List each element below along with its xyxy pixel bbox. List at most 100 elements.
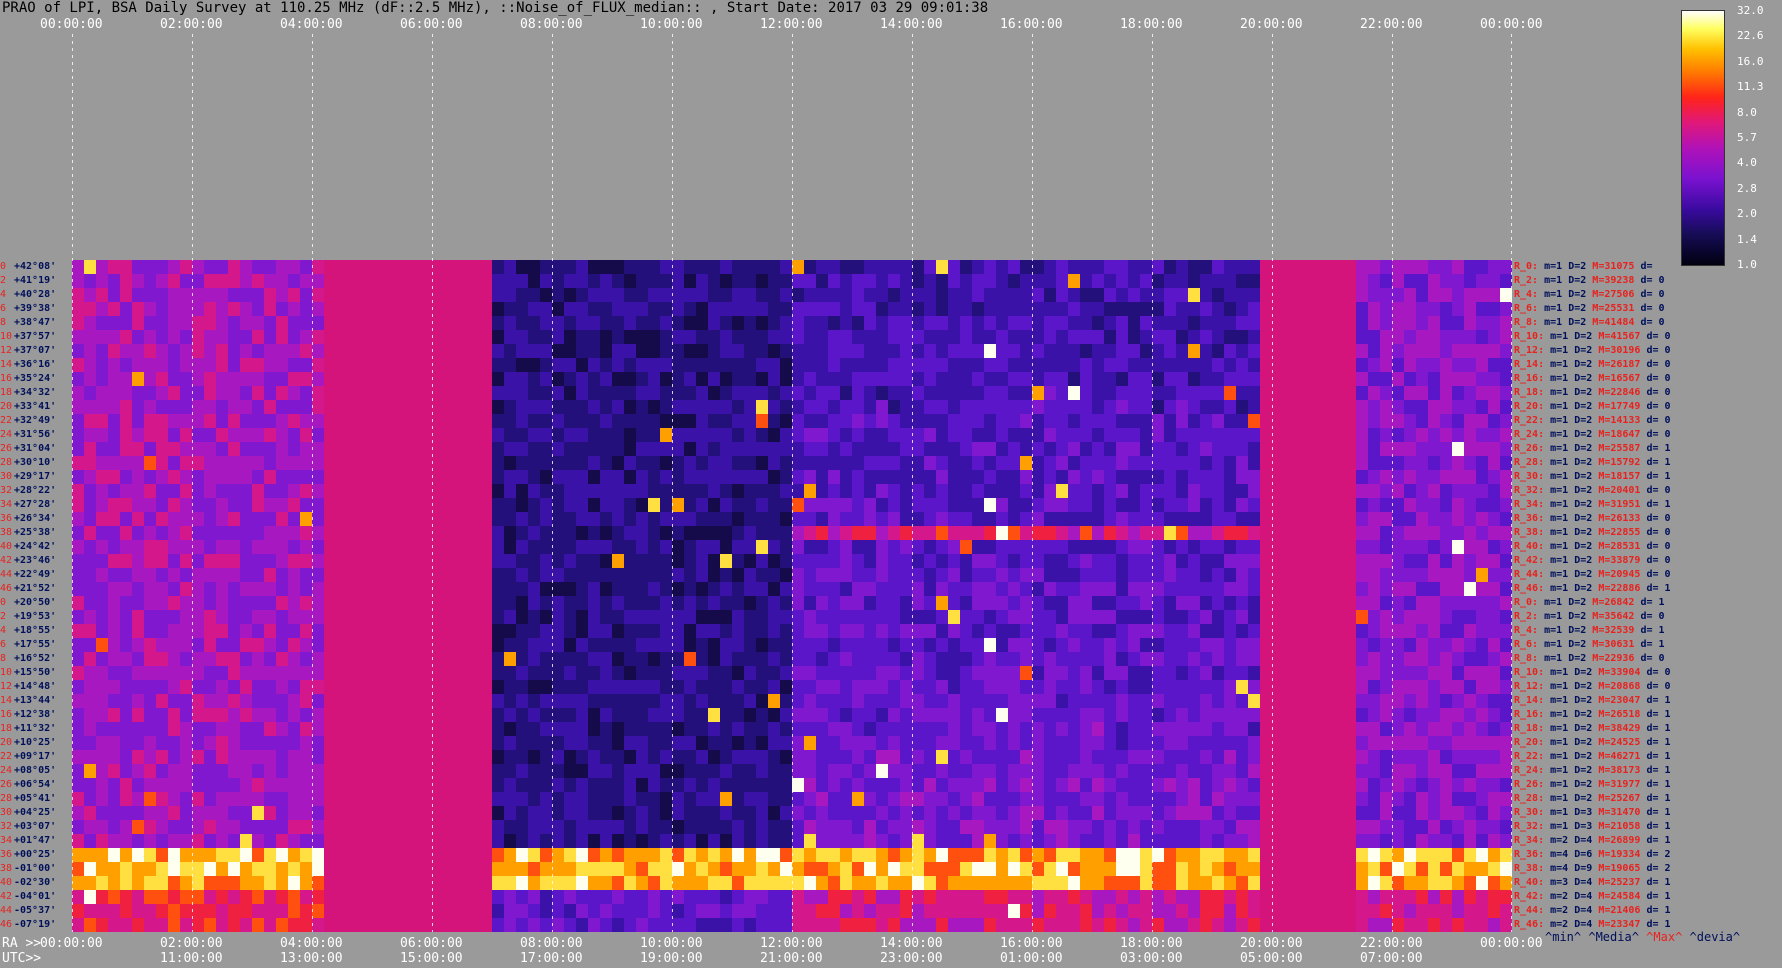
heatmap-cell xyxy=(780,498,793,513)
heatmap-cell xyxy=(660,596,673,611)
row-stat-field: d= 0 xyxy=(1646,400,1671,412)
heatmap-cell xyxy=(744,582,757,597)
heatmap-cell xyxy=(1188,778,1201,793)
heatmap-cell xyxy=(924,470,937,485)
heatmap-cell xyxy=(696,316,709,331)
heatmap-cell xyxy=(1224,680,1237,695)
heatmap-cell xyxy=(528,442,541,457)
heatmap-cell xyxy=(888,484,901,499)
heatmap-cell xyxy=(912,834,925,849)
heatmap-cell xyxy=(276,652,289,667)
heatmap-cell xyxy=(1164,848,1177,863)
heatmap-cell xyxy=(852,722,865,737)
heatmap-cell xyxy=(1440,680,1453,695)
heatmap-cell xyxy=(564,274,577,289)
heatmap-cell xyxy=(1224,330,1237,345)
heatmap-cell xyxy=(1032,344,1045,359)
heatmap-cell xyxy=(768,750,781,765)
heatmap-cell xyxy=(564,806,577,821)
heatmap-cell xyxy=(1488,848,1501,863)
heatmap-cell xyxy=(1488,386,1501,401)
heatmap-cell xyxy=(864,540,877,555)
declination-label: 8 +38°47' xyxy=(0,316,72,330)
heatmap-cell xyxy=(996,848,1009,863)
heatmap-cell xyxy=(1188,554,1201,569)
heatmap-cell xyxy=(1356,484,1369,499)
heatmap-cell xyxy=(1236,820,1249,835)
heatmap-cell xyxy=(636,876,649,891)
heatmap-cell xyxy=(108,414,121,429)
heatmap-cell xyxy=(1440,820,1453,835)
heatmap-cell xyxy=(924,568,937,583)
heatmap-cell xyxy=(912,792,925,807)
heatmap-cell xyxy=(1176,330,1189,345)
heatmap-cell xyxy=(552,918,565,933)
heatmap-cell xyxy=(1020,568,1033,583)
heatmap-cell xyxy=(120,414,133,429)
heatmap-cell xyxy=(744,358,757,373)
heatmap-cell xyxy=(1368,414,1381,429)
heatmap-cell xyxy=(600,708,613,723)
heatmap-cell xyxy=(756,876,769,891)
heatmap-cell xyxy=(708,330,721,345)
heatmap-cell xyxy=(168,554,181,569)
heatmap-cell xyxy=(540,918,553,933)
heatmap-cell xyxy=(312,582,325,597)
heatmap-cell xyxy=(756,750,769,765)
heatmap-cell xyxy=(1440,610,1453,625)
heatmap-cell xyxy=(600,764,613,779)
heatmap-svg xyxy=(72,260,1513,933)
declination-label: 24 +31°56' xyxy=(0,428,72,442)
heatmap-cell xyxy=(744,484,757,499)
heatmap-cell xyxy=(768,680,781,695)
heatmap-cell xyxy=(624,260,637,275)
heatmap-cell xyxy=(132,778,145,793)
row-stat-field: m=1 xyxy=(1544,288,1569,300)
heatmap-cell xyxy=(1188,918,1201,933)
heatmap-cell xyxy=(1224,288,1237,303)
heatmap-cell xyxy=(600,372,613,387)
heatmap-cell xyxy=(120,862,133,877)
heatmap-cell xyxy=(540,442,553,457)
heatmap-cell xyxy=(1020,778,1033,793)
heatmap-cell xyxy=(528,918,541,933)
heatmap-cell xyxy=(672,764,685,779)
heatmap-cell xyxy=(1200,764,1213,779)
heatmap-cell xyxy=(996,652,1009,667)
heatmap-cell xyxy=(144,862,157,877)
heatmap-cell xyxy=(240,890,253,905)
heatmap-cell xyxy=(1380,512,1393,527)
heatmap-cell xyxy=(312,638,325,653)
heatmap-cell xyxy=(816,820,829,835)
heatmap-cell xyxy=(1224,638,1237,653)
declination-value: +30°10' xyxy=(14,456,57,468)
heatmap-cell xyxy=(108,806,121,821)
heatmap-cell xyxy=(1380,848,1393,863)
heatmap-cell xyxy=(1032,764,1045,779)
heatmap-cell xyxy=(1140,372,1153,387)
beam-index: 38 xyxy=(0,862,13,874)
heatmap-cell xyxy=(1056,260,1069,275)
heatmap-cell xyxy=(1416,918,1429,933)
heatmap-cell xyxy=(756,624,769,639)
heatmap-cell xyxy=(996,344,1009,359)
heatmap-cell xyxy=(120,708,133,723)
heatmap-cell xyxy=(312,386,325,401)
heatmap-cell xyxy=(672,610,685,625)
heatmap-cell xyxy=(696,596,709,611)
heatmap-cell xyxy=(864,526,877,541)
heatmap-cell xyxy=(624,302,637,317)
heatmap-cell xyxy=(1176,288,1189,303)
heatmap-cell xyxy=(1140,526,1153,541)
heatmap-cell xyxy=(696,638,709,653)
heatmap-cell xyxy=(768,820,781,835)
heatmap-cell xyxy=(564,638,577,653)
heatmap-cell xyxy=(552,484,565,499)
heatmap-cell xyxy=(1176,890,1189,905)
heatmap-cell xyxy=(660,610,673,625)
heatmap-cell xyxy=(492,652,505,667)
heatmap-cell xyxy=(1056,414,1069,429)
heatmap-cell xyxy=(1176,498,1189,513)
heatmap-cell xyxy=(264,442,277,457)
heatmap-cell xyxy=(1380,806,1393,821)
